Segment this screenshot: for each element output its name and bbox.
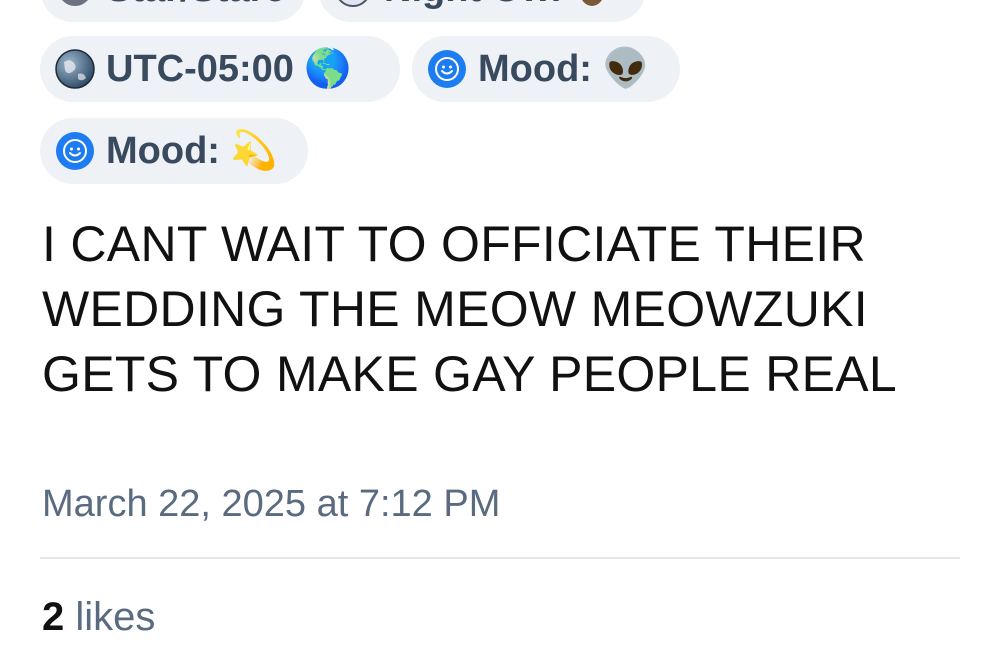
mood-chip[interactable]: Mood: 👽: [412, 36, 680, 102]
post-timestamp[interactable]: March 22, 2025 at 7:12 PM: [42, 482, 500, 526]
moon-clock-icon: [332, 0, 374, 10]
owl-emoji-icon: [571, 0, 613, 10]
mood-label: Mood:: [106, 130, 220, 172]
mood-chip[interactable]: Mood: 💫: [40, 118, 308, 184]
dizzy-emoji: 💫: [229, 130, 278, 172]
likes-count[interactable]: 2 likes: [42, 594, 155, 640]
timezone-label: UTC-05:00: [106, 48, 294, 90]
globe-americas-emoji: 🌎: [303, 48, 352, 90]
smiley-bubble-icon: [426, 48, 468, 90]
profile-chip-star[interactable]: Star/Stare: [40, 0, 306, 22]
profile-chip-night-owl[interactable]: Night Owl: [318, 0, 646, 22]
likes-number: 2: [42, 595, 65, 639]
post-text: I CANT WAIT TO OFFICIATE THEIR WEDDING T…: [42, 216, 898, 402]
mood-label: Mood:: [478, 48, 592, 90]
chip-label: Night Owl: [384, 0, 561, 8]
gray-circle-icon: [54, 0, 96, 10]
earth-icon: [54, 48, 96, 90]
likes-label: likes: [75, 595, 156, 639]
timezone-chip[interactable]: UTC-05:00 🌎: [40, 36, 400, 102]
chip-label: Star/Stare: [106, 0, 286, 8]
smiley-bubble-icon: [54, 130, 96, 172]
alien-emoji: 👽: [601, 48, 650, 90]
divider: [40, 557, 960, 559]
